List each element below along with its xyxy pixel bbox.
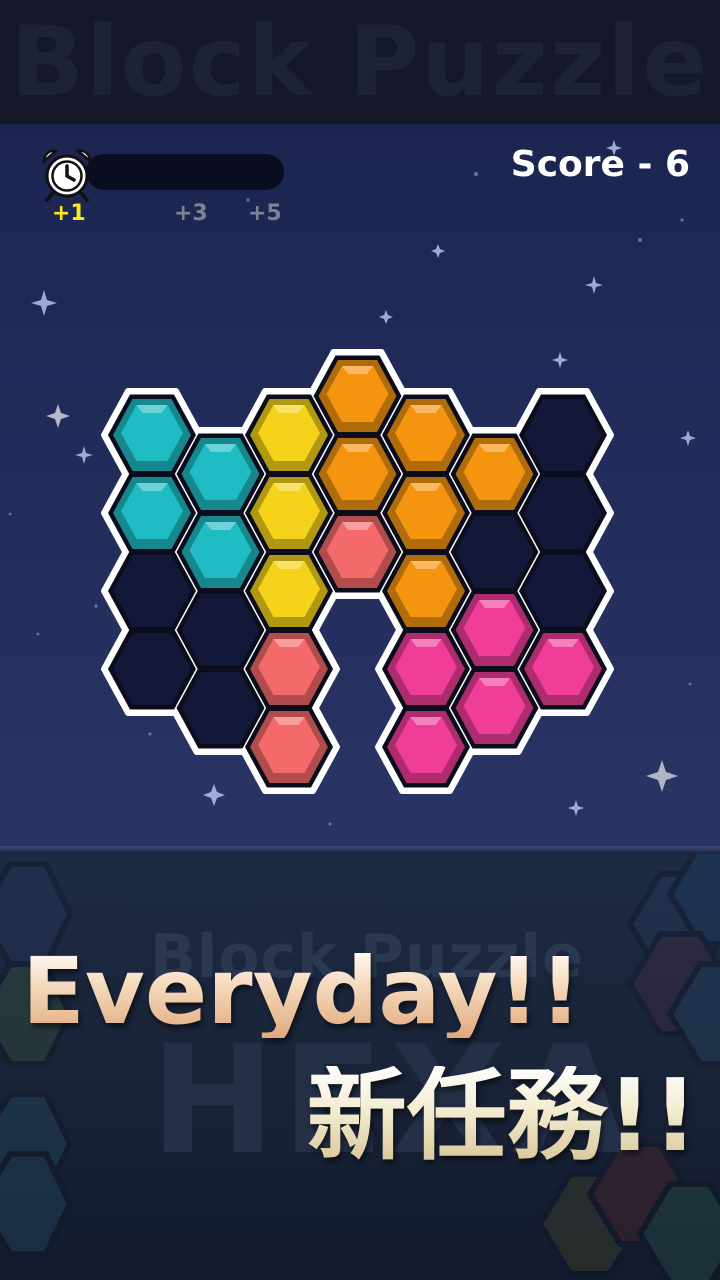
headline-everyday: Everyday!!	[22, 938, 582, 1045]
game-area: +1 +3 +5 Score - 6	[0, 124, 720, 848]
banner-title: Block Puzzle	[10, 6, 710, 118]
top-banner: Block Puzzle	[0, 0, 720, 124]
section-divider	[0, 846, 720, 854]
promo-panel: Block Puzzle HEXA Everyday!! 新任務!!	[0, 854, 720, 1280]
headline-new-mission: 新任務!!	[306, 1057, 698, 1174]
hex-board[interactable]	[0, 124, 720, 848]
